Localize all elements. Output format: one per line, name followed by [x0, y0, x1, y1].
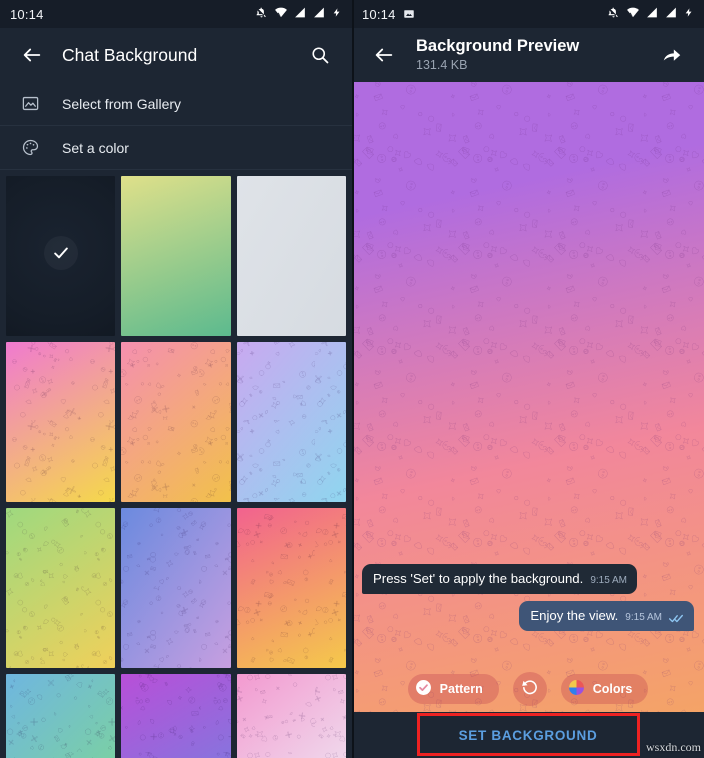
- back-arrow-icon[interactable]: [364, 35, 404, 75]
- message-row-incoming: Press 'Set' to apply the background. 9:1…: [362, 564, 694, 594]
- preview-title-block: Background Preview 131.4 KB: [416, 37, 579, 73]
- preview-pattern-overlay: [352, 82, 704, 758]
- signal-alt-icon: [665, 6, 678, 22]
- page-title: Chat Background: [62, 44, 198, 65]
- status-time: 10:14: [10, 6, 44, 22]
- menu-item-select-from-gallery[interactable]: Select from Gallery: [0, 82, 352, 125]
- background-options-menu: Select from Gallery Set a color: [0, 82, 352, 170]
- status-bar-right: 10:14: [352, 0, 704, 28]
- selected-check-icon: [43, 235, 78, 270]
- message-text: Press 'Set' to apply the background.: [373, 571, 584, 586]
- rotate-chip[interactable]: [512, 672, 547, 706]
- app-bar-left: Chat Background: [0, 28, 352, 82]
- status-time: 10:14: [362, 6, 396, 22]
- wallpaper-tile[interactable]: [121, 508, 231, 668]
- preview-filesize: 131.4 KB: [416, 58, 468, 72]
- share-icon[interactable]: [652, 35, 692, 75]
- status-bar-left: 10:14: [0, 0, 352, 28]
- charging-icon: [332, 6, 342, 22]
- wallpaper-grid: [6, 176, 346, 758]
- menu-bottom-divider: [0, 169, 352, 170]
- status-icons: [255, 6, 342, 22]
- tile-pattern-overlay: [236, 508, 346, 668]
- wallpaper-tile[interactable]: [236, 342, 346, 502]
- image-icon: [16, 94, 44, 113]
- wallpaper-tile[interactable]: [236, 176, 346, 336]
- signal-alt-icon: [313, 6, 326, 22]
- rotate-icon: [520, 677, 540, 702]
- tile-pattern-overlay: [121, 674, 231, 758]
- message-text: Enjoy the view.: [530, 608, 619, 623]
- tile-pattern-overlay: [6, 508, 116, 668]
- tile-pattern-overlay: [121, 508, 231, 668]
- charging-icon: [684, 6, 694, 22]
- search-icon[interactable]: [300, 35, 340, 75]
- tile-pattern-overlay: [236, 342, 346, 502]
- wallpaper-tile[interactable]: [236, 508, 346, 668]
- color-wheel-icon: [567, 678, 586, 700]
- tile-pattern-overlay: [6, 342, 116, 502]
- wallpaper-tile[interactable]: [121, 176, 231, 336]
- message-time: 9:15 AM: [590, 575, 628, 586]
- menu-item-set-a-color[interactable]: Set a color: [0, 126, 352, 169]
- message-time: 9:15 AM: [625, 612, 662, 623]
- pattern-chip-label: Pattern: [439, 682, 483, 696]
- wallpaper-tile[interactable]: [6, 674, 116, 758]
- menu-item-label: Set a color: [62, 139, 129, 156]
- watermark: wsxdn.com: [646, 740, 701, 754]
- back-arrow-icon[interactable]: [12, 35, 52, 75]
- preview-title: Background Preview: [416, 37, 580, 55]
- panel-divider: [352, 0, 354, 758]
- wallpaper-tile[interactable]: [121, 342, 231, 502]
- colors-chip-label: Colors: [592, 682, 633, 696]
- colors-chip[interactable]: Colors: [560, 674, 649, 704]
- status-icons: [607, 6, 694, 22]
- tile-pattern-overlay: [121, 342, 231, 502]
- message-bubble-outgoing: Enjoy the view. 9:15 AM: [519, 601, 694, 631]
- palette-icon: [16, 138, 44, 157]
- background-preview-screen: 10:14 Background Preview 131.4 KB Press …: [352, 0, 704, 758]
- message-row-outgoing: Enjoy the view. 9:15 AM: [362, 601, 694, 631]
- wallpaper-tile[interactable]: [121, 674, 231, 758]
- message-bubble-incoming: Press 'Set' to apply the background. 9:1…: [362, 564, 638, 594]
- signal-icon: [646, 6, 659, 22]
- tile-pattern-overlay: [236, 674, 346, 758]
- preview-message-list: Press 'Set' to apply the background. 9:1…: [352, 564, 704, 638]
- pattern-chip[interactable]: Pattern: [407, 674, 499, 704]
- wifi-icon: [274, 6, 288, 22]
- mute-icon: [255, 6, 268, 22]
- wallpaper-preview[interactable]: Press 'Set' to apply the background. 9:1…: [352, 82, 704, 758]
- double-check-icon: [669, 613, 684, 624]
- wallpaper-tile[interactable]: [6, 342, 116, 502]
- wifi-icon: [626, 6, 640, 22]
- image-notification-icon: [403, 8, 415, 20]
- wallpaper-grid-container: [0, 170, 352, 758]
- wallpaper-tile[interactable]: [236, 674, 346, 758]
- screenshot-root: 10:14 Chat Background Select from Galler…: [0, 0, 704, 758]
- wallpaper-tile[interactable]: [6, 176, 116, 336]
- set-background-button[interactable]: SET BACKGROUND: [459, 728, 598, 743]
- check-circle-icon: [414, 678, 433, 700]
- menu-item-label: Select from Gallery: [62, 95, 182, 112]
- preview-action-chips: Pattern Colors: [352, 672, 704, 706]
- signal-icon: [294, 6, 307, 22]
- app-bar-right: Background Preview 131.4 KB: [352, 28, 704, 82]
- mute-icon: [607, 6, 620, 22]
- wallpaper-tile[interactable]: [6, 508, 116, 668]
- tile-pattern-overlay: [6, 674, 116, 758]
- chat-background-screen: 10:14 Chat Background Select from Galler…: [0, 0, 352, 758]
